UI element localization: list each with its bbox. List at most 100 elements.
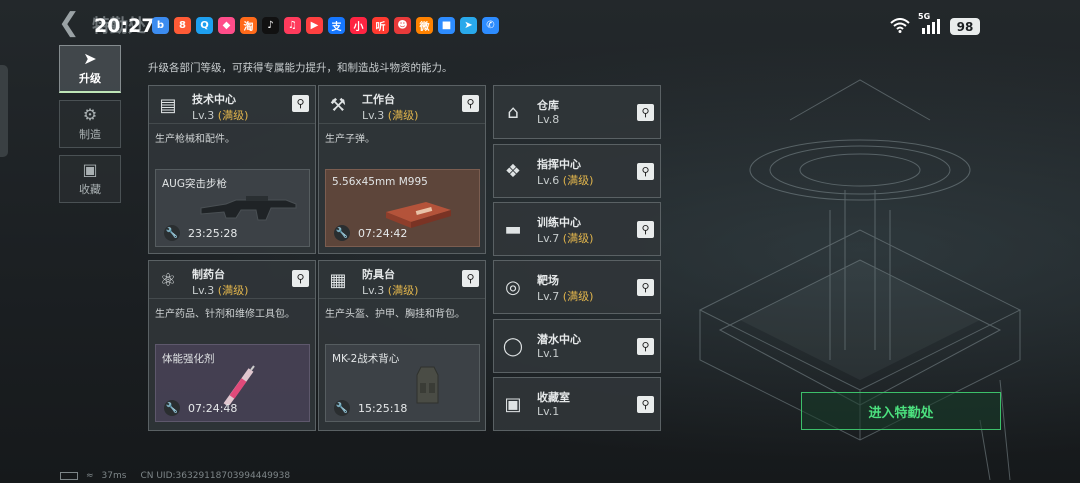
card-level: Lv.6 (满级) <box>537 172 593 188</box>
level-value: Lv.3 <box>362 284 385 297</box>
wrench-icon: 🔧 <box>164 400 180 416</box>
card-level: Lv.8 <box>537 113 559 126</box>
level-value: Lv.8 <box>537 113 560 126</box>
card-description: 生产子弹。 <box>325 134 375 145</box>
clock: 20:27 <box>94 15 155 37</box>
card-workbench[interactable]: ⚒ 工作台 Lv.3 (满级) ⚲ 生产子弹。 5.56x45mm M995 🔧… <box>318 85 486 254</box>
tech-center-icon: ▤ <box>159 94 177 116</box>
card-level: Lv.3 (满级) <box>362 282 418 298</box>
search-icon[interactable]: ⚲ <box>637 221 654 238</box>
tab-label: 制造 <box>79 127 101 141</box>
app-icon-pink: ◆ <box>218 17 235 34</box>
wifi-icon: ≈ <box>86 471 94 481</box>
pharmacy-icon: ⚛ <box>159 269 177 291</box>
search-icon[interactable]: ⚲ <box>462 270 479 287</box>
search-icon[interactable]: ⚲ <box>637 338 654 355</box>
sidebar: ➤ 升级 ⚙ 制造 ▣ 收藏 <box>59 45 121 210</box>
search-icon[interactable]: ⚲ <box>292 95 309 112</box>
ammo-box-image <box>386 202 451 228</box>
card-command-center[interactable]: ❖ 指挥中心 Lv.6 (满级) ⚲ <box>493 144 661 198</box>
network-type: 5G <box>918 12 931 21</box>
level-value: Lv.1 <box>537 347 560 360</box>
wrench-icon: 🔧 <box>164 225 180 241</box>
card-title: 潜水中心 <box>537 333 581 346</box>
card-collection-room[interactable]: ▣ 收藏室 Lv.1 ⚲ <box>493 377 661 431</box>
card-armor-bench[interactable]: ▦ 防具台 Lv.3 (满级) ⚲ 生产头盔、护甲、胸挂和背包。 MK-2战术背… <box>318 260 486 431</box>
tab-upgrade[interactable]: ➤ 升级 <box>59 45 121 93</box>
tab-craft[interactable]: ⚙ 制造 <box>59 100 121 148</box>
crafting-timer: 07:24:42 <box>358 227 408 240</box>
max-level-badge: (满级) <box>217 109 249 122</box>
search-icon[interactable]: ⚲ <box>637 396 654 413</box>
device-battery-icon <box>60 472 78 480</box>
card-header: ⚛ 制药台 Lv.3 (满级) ⚲ <box>149 261 315 299</box>
card-shooting-range[interactable]: ◎ 靶场 Lv.7 (满级) ⚲ <box>493 260 661 314</box>
search-icon[interactable]: ⚲ <box>292 270 309 287</box>
tab-collection[interactable]: ▣ 收藏 <box>59 155 121 203</box>
card-title: 指挥中心 <box>537 158 581 171</box>
cellular-signal-icon: 5G <box>918 12 942 34</box>
crafting-timer: 15:25:18 <box>358 402 408 415</box>
card-level: Lv.3 (满级) <box>192 107 248 123</box>
ping-value: 37ms <box>101 471 127 481</box>
syringe-image <box>223 365 255 405</box>
collection-icon: ▣ <box>82 159 98 179</box>
crafting-slot[interactable]: 体能强化剂 🔧 07:24:48 <box>155 344 310 422</box>
max-level-badge: (满级) <box>562 232 594 245</box>
search-icon[interactable]: ⚲ <box>637 279 654 296</box>
wrench-icon: 🔧 <box>334 225 350 241</box>
app-icon-mascot: ☻ <box>394 17 411 34</box>
card-header: ⚒ 工作台 Lv.3 (满级) ⚲ <box>319 86 485 124</box>
wifi-icon <box>890 17 910 33</box>
card-title: 收藏室 <box>537 391 570 404</box>
crafting-slot[interactable]: AUG突击步枪 🔧 23:25:28 <box>155 169 310 247</box>
level-value: Lv.3 <box>192 284 215 297</box>
level-value: Lv.6 <box>537 174 560 187</box>
level-value: Lv.3 <box>192 109 215 122</box>
card-title: 技术中心 <box>192 93 236 106</box>
back-arrow-icon[interactable]: ❮ <box>58 10 80 36</box>
crafting-slot[interactable]: MK-2战术背心 🔧 15:25:18 <box>325 344 480 422</box>
card-warehouse[interactable]: ⌂ 仓库 Lv.8 ⚲ <box>493 85 661 139</box>
user-uid: CN UID:363291187039944499​38 <box>140 471 291 481</box>
shooting-range-icon: ◎ <box>505 276 521 298</box>
qq-icon: Q <box>196 17 213 34</box>
card-header: ▤ 技术中心 Lv.3 (满级) ⚲ <box>149 86 315 124</box>
gears-icon: ⚙ <box>82 104 98 124</box>
music-icon: ♫ <box>284 17 301 34</box>
douyin-icon: ♪ <box>262 17 279 34</box>
training-center-icon: ▬ <box>504 218 522 240</box>
card-diving-center[interactable]: ◯ 潜水中心 Lv.1 ⚲ <box>493 319 661 373</box>
card-title: 防具台 <box>362 268 395 281</box>
card-pharmacy[interactable]: ⚛ 制药台 Lv.3 (满级) ⚲ 生产药品、针剂和维修工具包。 体能强化剂 🔧… <box>148 260 316 431</box>
card-level: Lv.3 (满级) <box>362 107 418 123</box>
card-level: Lv.7 (满级) <box>537 230 593 246</box>
collection-room-icon: ▣ <box>504 393 522 415</box>
card-header: ▦ 防具台 Lv.3 (满级) ⚲ <box>319 261 485 299</box>
card-training-center[interactable]: ▬ 训练中心 Lv.7 (满级) ⚲ <box>493 202 661 256</box>
search-icon[interactable]: ⚲ <box>462 95 479 112</box>
max-level-badge: (满级) <box>387 284 419 297</box>
page-subtitle: 升级各部门等级，可获得专属能力提升，和制造战斗物资的能力。 <box>148 62 453 74</box>
weibo-icon: 微 <box>416 17 433 34</box>
bilibili-icon: b <box>152 17 169 34</box>
search-icon[interactable]: ⚲ <box>637 163 654 180</box>
level-value: Lv.7 <box>537 290 560 303</box>
ting-icon: 听 <box>372 17 389 34</box>
footer-info: ≈ 37ms CN UID:363291187039944499​38 <box>60 471 290 481</box>
enter-special-ops-button[interactable]: 进入特勤处 <box>801 392 1001 430</box>
side-drawer-handle[interactable] <box>0 65 8 157</box>
app-icon-orange: 8 <box>174 17 191 34</box>
level-value: Lv.1 <box>537 405 560 418</box>
crafting-item-name: 体能强化剂 <box>162 353 215 365</box>
crafting-slot[interactable]: 5.56x45mm M995 🔧 07:24:42 <box>325 169 480 247</box>
crafting-item-name: MK-2战术背心 <box>332 353 400 365</box>
card-tech-center[interactable]: ▤ 技术中心 Lv.3 (满级) ⚲ 生产枪械和配件。 AUG突击步枪 🔧 23… <box>148 85 316 254</box>
card-level: Lv.7 (满级) <box>537 288 593 304</box>
card-title: 仓库 <box>537 99 559 112</box>
armor-bench-icon: ▦ <box>329 269 347 291</box>
max-level-badge: (满级) <box>217 284 249 297</box>
crafting-item-name: 5.56x45mm M995 <box>332 176 428 188</box>
search-icon[interactable]: ⚲ <box>637 104 654 121</box>
card-level: Lv.1 <box>537 405 559 418</box>
